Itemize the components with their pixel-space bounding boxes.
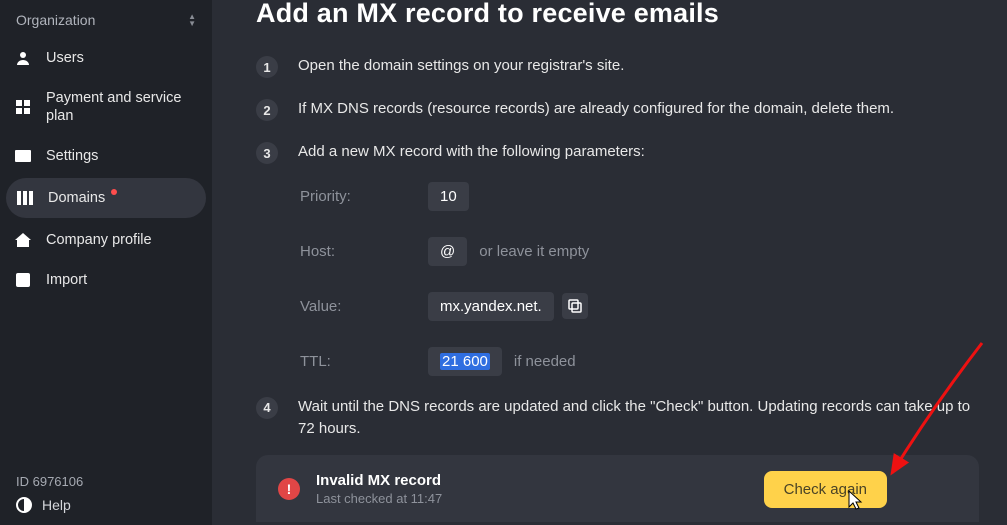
- param-value: Value: mx.yandex.net.: [300, 292, 979, 321]
- check-again-button[interactable]: Check again: [764, 471, 887, 508]
- error-icon: !: [278, 478, 300, 500]
- chevron-sort-icon: ▲▼: [188, 14, 196, 27]
- status-title: Invalid MX record: [316, 472, 442, 489]
- param-value: @: [428, 237, 467, 266]
- organization-selector[interactable]: Organization ▲▼: [0, 4, 212, 38]
- sidebar-item-users[interactable]: Users: [0, 38, 212, 78]
- sidebar-item-company[interactable]: Company profile: [0, 220, 212, 260]
- param-ttl: TTL: 21 600 if needed: [300, 347, 979, 376]
- import-icon: [14, 271, 32, 289]
- param-label: TTL:: [300, 353, 428, 370]
- sidebar-footer: ID 6976106 Help: [0, 474, 212, 525]
- domains-icon: [16, 189, 34, 207]
- sidebar-item-label: Payment and service plan: [46, 89, 198, 125]
- main-content: Add an MX record to receive emails 1 Ope…: [212, 0, 1007, 525]
- param-note: if needed: [514, 353, 576, 370]
- sidebar-nav: Users Payment and service plan Settings …: [0, 38, 212, 474]
- param-priority: Priority: 10: [300, 182, 979, 211]
- sidebar-item-payment[interactable]: Payment and service plan: [0, 78, 212, 136]
- sidebar-item-settings[interactable]: Settings: [0, 136, 212, 176]
- param-value: 10: [428, 182, 469, 211]
- step-4: 4 Wait until the DNS records are updated…: [256, 396, 979, 441]
- sidebar-item-label: Domains: [48, 190, 105, 206]
- step-number: 1: [256, 56, 278, 78]
- help-link[interactable]: Help: [16, 497, 196, 513]
- status-texts: Invalid MX record Last checked at 11:47: [316, 472, 442, 506]
- step-text: Open the domain settings on your registr…: [298, 55, 624, 78]
- param-host: Host: @ or leave it empty: [300, 237, 979, 266]
- step-2: 2 If MX DNS records (resource records) a…: [256, 98, 979, 121]
- step-1: 1 Open the domain settings on your regis…: [256, 55, 979, 78]
- grid-icon: [14, 98, 32, 116]
- param-note: or leave it empty: [479, 243, 589, 260]
- sidebar-item-domains[interactable]: Domains: [6, 178, 206, 218]
- organization-label: Organization: [16, 12, 95, 28]
- status-subtitle: Last checked at 11:47: [316, 491, 442, 506]
- param-value: mx.yandex.net.: [428, 292, 554, 321]
- step-3: 3 Add a new MX record with the following…: [256, 141, 979, 390]
- status-panel: ! Invalid MX record Last checked at 11:4…: [256, 455, 979, 522]
- sidebar-item-label: Import: [46, 272, 87, 288]
- sidebar: Organization ▲▼ Users Payment and servic…: [0, 0, 212, 525]
- param-label: Value:: [300, 298, 428, 315]
- steps-list: 1 Open the domain settings on your regis…: [256, 55, 979, 441]
- page-title: Add an MX record to receive emails: [256, 0, 979, 29]
- step-text: Wait until the DNS records are updated a…: [298, 396, 978, 441]
- step-text: Add a new MX record with the following p…: [298, 143, 645, 160]
- step-text: If MX DNS records (resource records) are…: [298, 98, 894, 121]
- mail-icon: [14, 147, 32, 165]
- sidebar-item-import[interactable]: Import: [0, 260, 212, 300]
- param-label: Priority:: [300, 188, 428, 205]
- user-icon: [14, 49, 32, 67]
- mx-params: Priority: 10 Host: @ or leave it empty V…: [300, 182, 979, 376]
- copy-icon[interactable]: [562, 293, 588, 319]
- alert-dot-icon: [111, 189, 117, 195]
- sidebar-item-label: Company profile: [46, 232, 152, 248]
- sidebar-item-label: Users: [46, 50, 84, 66]
- step-number: 4: [256, 397, 278, 419]
- step-number: 2: [256, 99, 278, 121]
- home-icon: [14, 231, 32, 249]
- step-number: 3: [256, 142, 278, 164]
- param-value: 21 600: [428, 347, 502, 376]
- param-label: Host:: [300, 243, 428, 260]
- help-label: Help: [42, 497, 71, 513]
- sidebar-item-label: Settings: [46, 148, 98, 164]
- help-icon: [16, 497, 32, 513]
- account-id: ID 6976106: [16, 474, 196, 489]
